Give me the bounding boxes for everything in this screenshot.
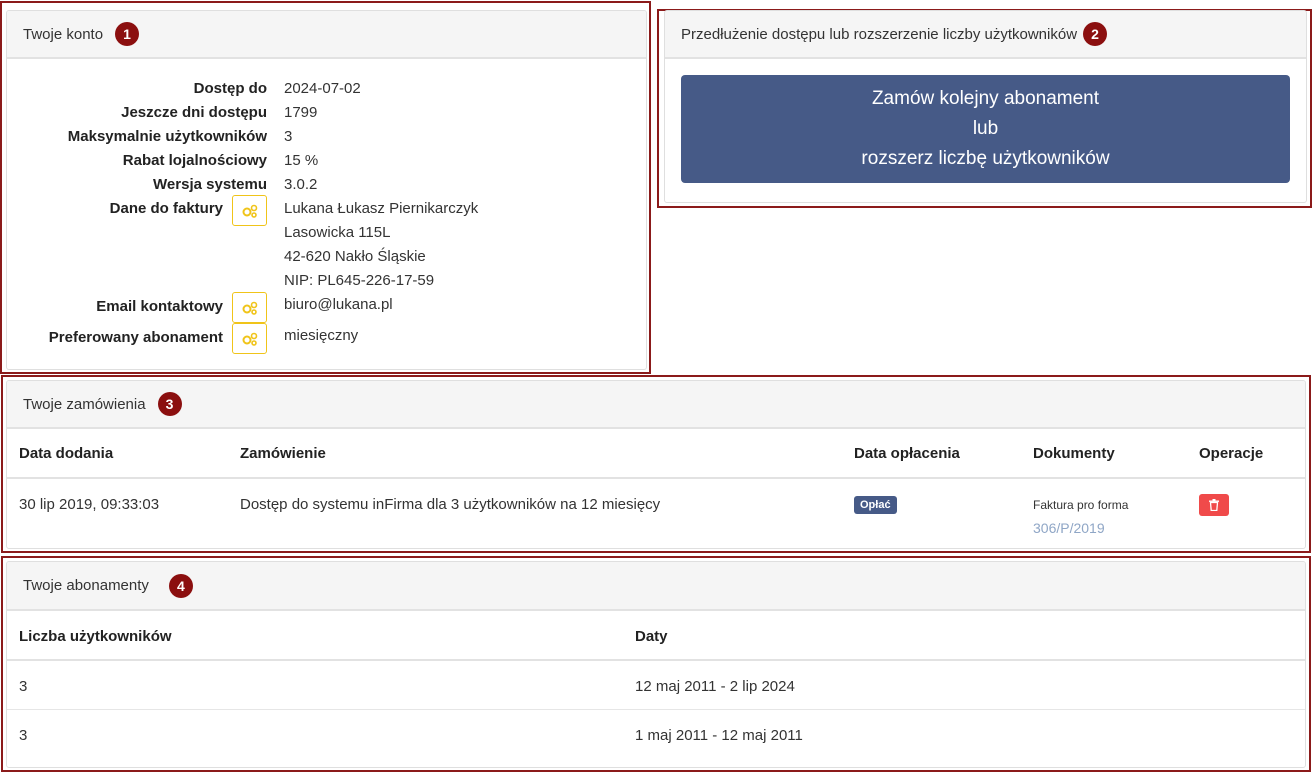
invoice-line: NIP: PL645-226-17-59: [284, 272, 435, 289]
preferred-plan-label: Preferowany abonament: [48, 329, 223, 346]
orders-card-header: Twoje zamówienia 3: [7, 381, 1305, 429]
subscription-dates: 12 maj 2011 - 2 lip 2024: [635, 678, 795, 695]
edit-invoice-button[interactable]: [232, 195, 267, 226]
subscription-dates: 1 maj 2011 - 12 maj 2011: [635, 727, 803, 744]
badge-1: 1: [115, 22, 140, 46]
order-button-line-1: Zamów kolejny abonament: [871, 88, 1100, 109]
order-button-line-3: rozszerz liczbę użytkowników: [861, 148, 1110, 169]
account-row: Rabat lojalnościowy 15 %: [7, 152, 646, 176]
order-subscription-button[interactable]: Zamów kolejny abonament lub rozszerz lic…: [681, 75, 1290, 183]
order-button-line-2: lub: [972, 118, 999, 139]
column-header-order: Zamówienie: [240, 445, 326, 462]
subscriptions-card: Twoje abonamenty 4 Liczba użytkowników D…: [6, 561, 1306, 768]
access-until-label: Dostęp do: [193, 80, 267, 97]
account-card: Twoje konto 1 Dostęp do 2024-07-02 Jeszc…: [6, 10, 647, 370]
access-until-value: 2024-07-02: [284, 80, 361, 97]
invoice-line: 42-620 Nakło Śląskie: [284, 248, 426, 265]
account-row: Jeszcze dni dostępu 1799: [7, 104, 646, 128]
subscription-users: 3: [19, 678, 28, 695]
subscription-users: 3: [19, 727, 28, 744]
orders-card-title: Twoje zamówienia: [23, 395, 146, 413]
order-description: Dostęp do systemu inFirma dla 3 użytkown…: [240, 496, 661, 513]
delete-order-button[interactable]: [1199, 494, 1229, 516]
document-type: Faktura pro forma: [1033, 498, 1129, 512]
extend-card-title: Przedłużenie dostępu lub rozszerzenie li…: [681, 25, 1078, 43]
document-link[interactable]: 306/P/2019: [1033, 520, 1105, 536]
invoice-line: Lasowicka 115L: [284, 224, 391, 241]
account-row: Wersja systemu 3.0.2: [7, 176, 646, 200]
max-users-label: Maksymalnie użytkowników: [67, 128, 267, 145]
contact-email-label: Email kontaktowy: [96, 298, 223, 315]
account-card-header: Twoje konto 1: [7, 11, 646, 59]
gears-icon: [242, 332, 257, 346]
badge-4: 4: [168, 573, 193, 598]
preferred-plan-value: miesięczny: [284, 327, 359, 344]
max-users-value: 3: [284, 128, 293, 145]
badge-2: 2: [1083, 22, 1108, 46]
invoice-line: Lukana Łukasz Piernikarczyk: [284, 200, 479, 217]
column-header-date-added: Data dodania: [19, 445, 114, 462]
divider: [7, 477, 1305, 479]
system-version-label: Wersja systemu: [153, 176, 267, 193]
contact-email-value: biuro@lukana.pl: [284, 296, 393, 313]
subscriptions-card-title: Twoje abonamenty: [23, 577, 149, 594]
gears-icon: [242, 301, 257, 315]
divider: [7, 659, 1305, 661]
gears-icon: [242, 204, 257, 218]
column-header-operations: Operacje: [1199, 445, 1264, 462]
divider: [7, 709, 1305, 710]
column-header-dates: Daty: [635, 628, 668, 645]
badge-3: 3: [157, 392, 182, 416]
system-version-value: 3.0.2: [284, 176, 318, 193]
days-left-value: 1799: [284, 104, 318, 121]
edit-plan-button[interactable]: [232, 323, 267, 354]
subscriptions-card-header: Twoje abonamenty 4: [7, 562, 1305, 611]
column-header-documents: Dokumenty: [1033, 445, 1115, 462]
invoice-data-label: Dane do faktury: [109, 200, 223, 217]
loyalty-discount-value: 15 %: [284, 152, 319, 169]
extend-card-header: Przedłużenie dostępu lub rozszerzenie li…: [665, 11, 1306, 59]
loyalty-discount-label: Rabat lojalnościowy: [122, 152, 267, 169]
account-row: Maksymalnie użytkowników 3: [7, 128, 646, 152]
account-row: Dostęp do 2024-07-02: [7, 80, 646, 104]
extend-card: Przedłużenie dostępu lub rozszerzenie li…: [664, 10, 1307, 203]
pay-button[interactable]: Opłać: [854, 496, 897, 514]
trash-icon: [1209, 499, 1219, 511]
edit-email-button[interactable]: [232, 292, 267, 323]
order-date: 30 lip 2019, 09:33:03: [19, 496, 160, 513]
days-left-label: Jeszcze dni dostępu: [121, 104, 267, 121]
orders-card: Twoje zamówienia 3 Data dodania Zamówien…: [6, 380, 1306, 549]
column-header-paid-date: Data opłacenia: [854, 445, 960, 462]
account-card-title: Twoje konto: [23, 25, 104, 43]
column-header-users-count: Liczba użytkowników: [19, 628, 172, 645]
